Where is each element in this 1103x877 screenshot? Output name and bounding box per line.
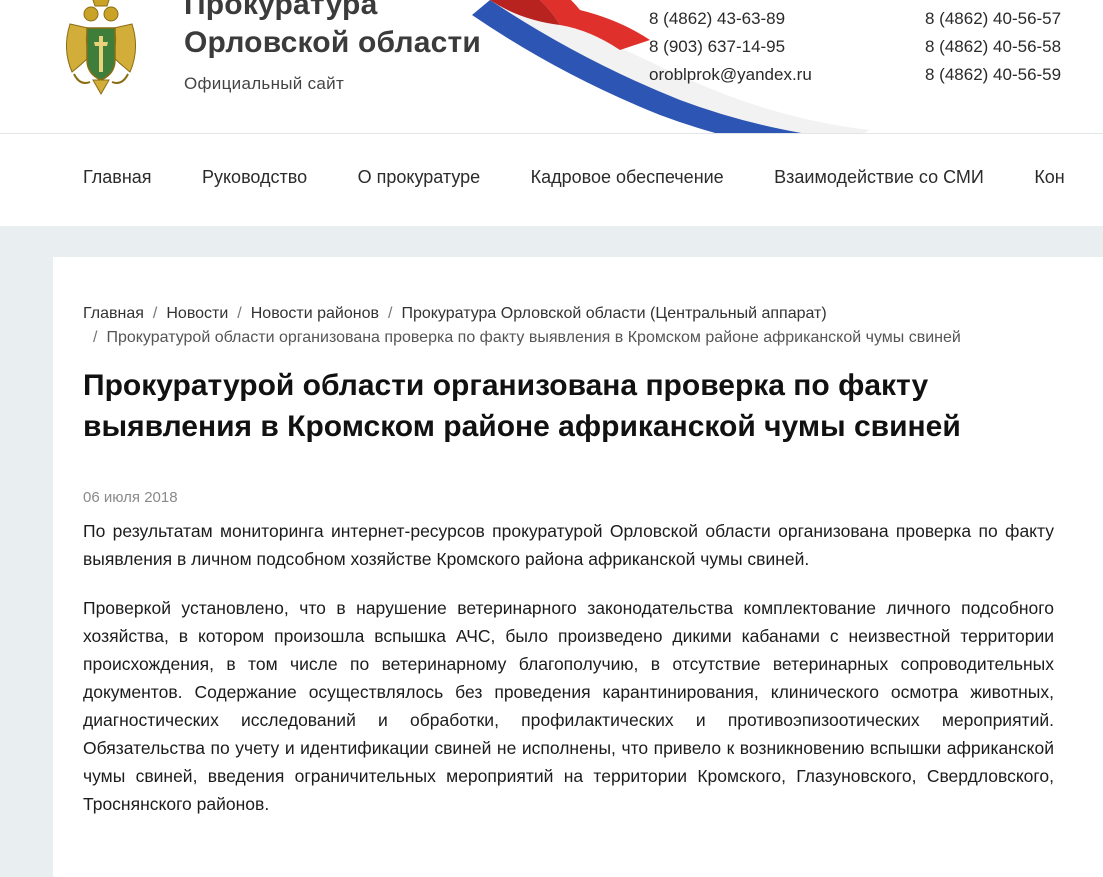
contacts-right: 8 (4862) 40-56-57 8 (4862) 40-56-58 8 (4… bbox=[925, 5, 1061, 89]
site-title-line-2: Орловской области bbox=[184, 26, 482, 59]
article-paragraph-1: По результатам мониторинга интернет-ресу… bbox=[83, 521, 1054, 569]
prosecutor-emblem-icon[interactable] bbox=[60, 0, 142, 102]
site-title-line-1: Прокуратура bbox=[184, 0, 378, 21]
contacts-left: 8 (4862) 43-63-89 8 (903) 637-14-95 orob… bbox=[649, 5, 812, 89]
breadcrumb-central-office[interactable]: Прокуратура Орловской области (Центральн… bbox=[401, 305, 826, 322]
breadcrumb-news[interactable]: Новости bbox=[166, 305, 228, 322]
phone-5[interactable]: 8 (4862) 40-56-59 bbox=[925, 61, 1061, 89]
breadcrumb-separator: / bbox=[93, 329, 98, 346]
breadcrumb-home[interactable]: Главная bbox=[83, 305, 144, 322]
article-paragraph-2: Проверкой установлено, что в нарушение в… bbox=[83, 598, 1054, 814]
site-header: Прокуратура Орловской области Официальны… bbox=[0, 0, 1103, 134]
nav-item-contacts[interactable]: Кон bbox=[1034, 167, 1064, 188]
phone-1[interactable]: 8 (4862) 43-63-89 bbox=[649, 5, 812, 33]
article-date: 06 июля 2018 bbox=[83, 489, 178, 506]
nav-item-leadership[interactable]: Руководство bbox=[202, 167, 307, 188]
breadcrumb-separator: / bbox=[388, 305, 393, 322]
nav-item-about[interactable]: О прокуратуре bbox=[358, 167, 481, 188]
article-title: Прокуратурой области организована провер… bbox=[83, 369, 961, 443]
nav-item-staffing[interactable]: Кадровое обеспечение bbox=[531, 167, 724, 188]
site-subtitle: Официальный сайт bbox=[184, 74, 345, 93]
content-card: Главная / Новости / Новости районов / Прокурат… bbox=[53, 257, 1103, 877]
phone-3[interactable]: 8 (4862) 40-56-57 bbox=[925, 5, 1061, 33]
breadcrumb-separator: / bbox=[152, 305, 158, 322]
email-link[interactable]: oroblprok@yandex.ru bbox=[649, 61, 812, 89]
nav-item-media[interactable]: Взаимодействие со СМИ bbox=[774, 167, 984, 188]
phone-4[interactable]: 8 (4862) 40-56-58 bbox=[925, 33, 1061, 61]
main-nav: Главная Руководство О прокуратуре Кадров… bbox=[0, 134, 1103, 226]
site-title[interactable]: Прокуратура Орловской области bbox=[184, 0, 481, 62]
phone-2[interactable]: 8 (903) 637-14-95 bbox=[649, 33, 812, 61]
breadcrumb: Главная / Новости / Новости районов / Прокурат… bbox=[83, 302, 1043, 350]
breadcrumb-separator: / bbox=[237, 305, 242, 322]
breadcrumb-current: Прокуратурой области организована провер… bbox=[106, 329, 961, 346]
nav-item-home[interactable]: Главная bbox=[83, 167, 152, 188]
breadcrumb-district-news[interactable]: Новости районов bbox=[251, 305, 379, 322]
